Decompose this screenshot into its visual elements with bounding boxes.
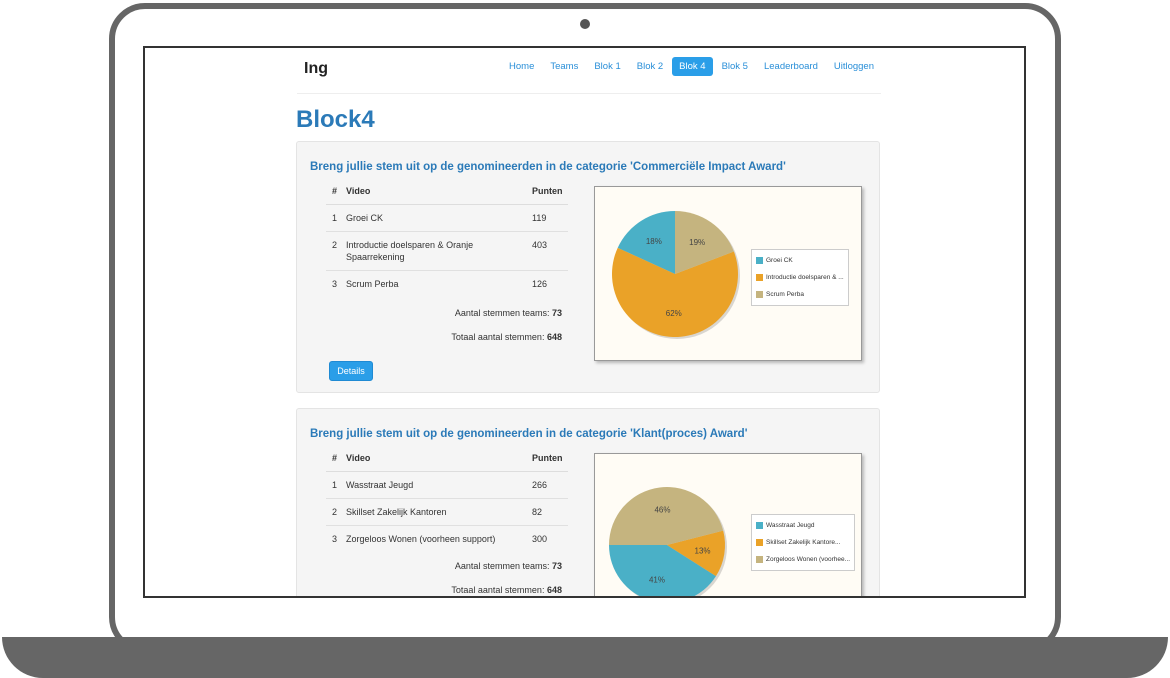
legend-item: Skillset Zakelijk Kantore... bbox=[756, 534, 850, 551]
total-votes-stat: Totaal aantal stemmen: 648 bbox=[451, 585, 562, 595]
row-points: 266 bbox=[528, 471, 568, 500]
table-header-row: # Video Punten bbox=[326, 182, 568, 205]
nav-blok-4[interactable]: Blok 4 bbox=[672, 57, 713, 76]
nav-teams[interactable]: Teams bbox=[543, 57, 585, 76]
nav-blok-1[interactable]: Blok 1 bbox=[587, 57, 627, 76]
table-row: 2 Introductie doelsparen & Oranje Spaarr… bbox=[326, 231, 568, 272]
nav-home[interactable]: Home bbox=[502, 57, 541, 76]
col-header-index: # bbox=[326, 182, 342, 205]
legend-swatch bbox=[756, 556, 763, 563]
legend-swatch bbox=[756, 539, 763, 546]
team-votes-value: 73 bbox=[551, 308, 562, 318]
nav-menu: Home Teams Blok 1 Blok 2 Blok 4 Blok 5 L… bbox=[502, 57, 881, 76]
team-votes-stat: Aantal stemmen teams: 73 bbox=[455, 308, 562, 318]
pie-chart: 18% 62% 19% Groei CK Introductie doelspare… bbox=[594, 186, 862, 361]
details-button[interactable]: Details bbox=[329, 361, 373, 381]
row-video: Introductie doelsparen & Oranje Spaarrek… bbox=[342, 231, 528, 272]
team-votes-label: Aantal stemmen teams: bbox=[454, 561, 550, 571]
row-index: 1 bbox=[326, 204, 342, 233]
team-votes-label: Aantal stemmen teams: bbox=[454, 308, 550, 318]
row-video: Skillset Zakelijk Kantoren bbox=[342, 498, 528, 527]
legend-label: Zorgeloos Wonen (voorhee... bbox=[766, 556, 851, 563]
legend-item: Wasstraat Jeugd bbox=[756, 517, 850, 534]
row-points: 126 bbox=[532, 279, 548, 290]
row-index: 2 bbox=[326, 498, 342, 527]
pie-chart: 41% 13% 46% Wasstraat Jeugd Skillset Zakel… bbox=[594, 453, 862, 596]
nav-logout[interactable]: Uitloggen bbox=[827, 57, 881, 76]
team-votes-stat: Aantal stemmen teams: 73 bbox=[455, 561, 562, 571]
legend-swatch bbox=[756, 522, 763, 529]
legend-label: Scrum Perba bbox=[766, 291, 804, 298]
votes-table: # Video Punten 1 Groei CK 119 2 Introduc… bbox=[326, 182, 568, 298]
total-votes-value: 648 bbox=[546, 332, 562, 342]
nav-leaderboard[interactable]: Leaderboard bbox=[757, 57, 825, 76]
legend-label: Wasstraat Jeugd bbox=[766, 522, 815, 529]
row-video: Zorgeloos Wonen (voorheen support) bbox=[346, 534, 496, 545]
legend-item: Zorgeloos Wonen (voorhee... bbox=[756, 551, 850, 568]
row-points: 403 bbox=[528, 231, 568, 272]
team-votes-value: 73 bbox=[551, 561, 562, 571]
brand-logo[interactable]: Ing bbox=[304, 60, 328, 78]
legend-label: Groei CK bbox=[766, 257, 793, 264]
pie-slice-label: 19% bbox=[689, 238, 705, 247]
screen: Ing Home Teams Blok 1 Blok 2 Blok 4 Blok… bbox=[143, 46, 1026, 598]
col-header-points: Punten bbox=[528, 182, 568, 205]
row-points: 119 bbox=[528, 204, 568, 233]
row-index: 3 bbox=[332, 534, 338, 545]
legend-swatch bbox=[756, 291, 763, 298]
total-votes-label: Totaal aantal stemmen: bbox=[451, 585, 545, 595]
pie-slice-label: 13% bbox=[695, 547, 711, 556]
row-points: 82 bbox=[528, 498, 568, 527]
col-header-video: Video bbox=[342, 449, 528, 472]
navbar: Ing Home Teams Blok 1 Blok 2 Blok 4 Blok… bbox=[145, 48, 1024, 94]
total-votes-value: 648 bbox=[546, 585, 562, 595]
table-row: 3 Zorgeloos Wonen (voorheen support) 300 bbox=[326, 526, 568, 553]
total-votes-stat: Totaal aantal stemmen: 648 bbox=[451, 332, 562, 342]
row-points: 300 bbox=[532, 534, 548, 545]
camera-icon bbox=[580, 19, 590, 29]
col-header-video: Video bbox=[342, 182, 528, 205]
row-index: 3 bbox=[332, 279, 338, 290]
col-header-points: Punten bbox=[528, 449, 568, 472]
category-panel-commercial-impact: Breng jullie stem uit op de genomineerde… bbox=[296, 141, 880, 393]
col-header-index: # bbox=[326, 449, 342, 472]
nav-divider bbox=[297, 93, 881, 94]
pie-slice-label: 18% bbox=[646, 237, 662, 246]
pie-slice-label: 41% bbox=[649, 576, 665, 585]
pie-slice-label: 46% bbox=[654, 505, 670, 514]
table-row: 3 Scrum Perba 126 bbox=[326, 271, 568, 298]
category-panel-client-process: Breng jullie stem uit op de genomineerde… bbox=[296, 408, 880, 596]
votes-table: # Video Punten 1 Wasstraat Jeugd 266 2 S… bbox=[326, 449, 568, 552]
page-title: Block4 bbox=[296, 106, 375, 133]
legend-item: Introductie doelsparen & ... bbox=[756, 269, 844, 286]
legend-swatch bbox=[756, 257, 763, 264]
row-video: Wasstraat Jeugd bbox=[342, 471, 528, 500]
table-row: 1 Wasstraat Jeugd 266 bbox=[326, 471, 568, 500]
legend-item: Scrum Perba bbox=[756, 286, 844, 303]
table-row: 1 Groei CK 119 bbox=[326, 204, 568, 233]
table-row: 2 Skillset Zakelijk Kantoren 82 bbox=[326, 498, 568, 527]
legend-label: Skillset Zakelijk Kantore... bbox=[766, 539, 841, 546]
total-votes-label: Totaal aantal stemmen: bbox=[451, 332, 545, 342]
nav-blok-2[interactable]: Blok 2 bbox=[630, 57, 670, 76]
legend-swatch bbox=[756, 274, 763, 281]
row-video: Groei CK bbox=[342, 204, 528, 233]
pie-slice-label: 62% bbox=[666, 309, 682, 318]
laptop-base bbox=[2, 637, 1168, 678]
row-index: 2 bbox=[326, 231, 342, 272]
nav-blok-5[interactable]: Blok 5 bbox=[715, 57, 755, 76]
row-index: 1 bbox=[326, 471, 342, 500]
panel-heading: Breng jullie stem uit op de genomineerde… bbox=[310, 428, 748, 440]
panel-heading: Breng jullie stem uit op de genomineerde… bbox=[310, 161, 786, 173]
table-header-row: # Video Punten bbox=[326, 449, 568, 472]
legend-label: Introductie doelsparen & ... bbox=[766, 274, 844, 281]
chart-legend: Groei CK Introductie doelsparen & ... Sc… bbox=[751, 249, 849, 306]
legend-item: Groei CK bbox=[756, 252, 844, 269]
chart-legend: Wasstraat Jeugd Skillset Zakelijk Kantor… bbox=[751, 514, 856, 571]
row-video: Scrum Perba bbox=[346, 279, 399, 290]
